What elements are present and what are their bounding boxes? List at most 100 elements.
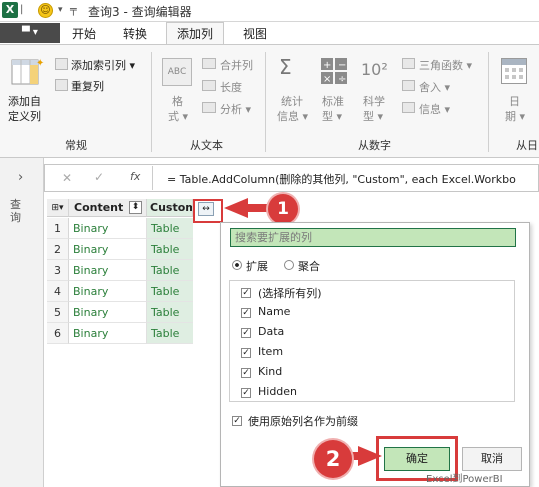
separator-icon: | xyxy=(20,4,24,15)
add-custom-column-label-2[interactable]: 定义列 xyxy=(8,108,41,124)
format-abc-icon: ABC xyxy=(162,58,192,86)
length-button[interactable]: 长度 xyxy=(220,79,242,95)
expand-radio[interactable] xyxy=(232,260,242,270)
column-label-kind[interactable]: Kind xyxy=(258,365,282,378)
column-checkbox-item[interactable]: ✓ xyxy=(241,348,251,358)
content-column-type-icon[interactable]: ⬍ xyxy=(129,201,142,214)
table-cell-custom[interactable]: Table xyxy=(147,260,193,281)
fx-icon[interactable]: fx xyxy=(130,170,140,183)
column-header-custom[interactable]: Custom xyxy=(147,199,193,217)
search-columns-input[interactable]: 搜索要扩展的列 xyxy=(230,228,516,247)
select-all-checkbox[interactable]: ✓ xyxy=(241,288,251,298)
table-cell-custom[interactable]: Table xyxy=(147,302,193,323)
format-button-line2[interactable]: 式 ▾ xyxy=(168,108,188,124)
row-number[interactable]: 1 xyxy=(47,218,69,239)
merge-columns-icon xyxy=(202,58,216,69)
add-custom-column-label-1[interactable]: 添加自 xyxy=(8,93,41,109)
length-icon xyxy=(202,80,216,91)
group-label-from-number: 从数字 xyxy=(358,139,391,152)
add-custom-column-icon: ✦ xyxy=(10,56,44,86)
file-menu-tab[interactable]: ▀ ▾ xyxy=(0,23,60,43)
table-corner-menu-icon[interactable]: ⊞▾ xyxy=(47,199,69,217)
date-button-line2[interactable]: 期 ▾ xyxy=(505,108,525,124)
table-cell-content[interactable]: Binary xyxy=(69,302,147,323)
callout-badge-1: 1 xyxy=(268,194,298,224)
cancel-button[interactable]: 取消 xyxy=(462,447,522,471)
ok-button[interactable]: 确定 xyxy=(384,447,450,471)
expand-column-icon[interactable]: ↔ xyxy=(198,202,214,216)
formula-divider xyxy=(152,166,153,190)
statistics-sigma-icon: Σ xyxy=(279,55,292,79)
standard-button-line1[interactable]: 标准 xyxy=(322,93,344,109)
table-cell-content[interactable]: Binary xyxy=(69,260,147,281)
table-cell-custom[interactable]: Table xyxy=(147,218,193,239)
row-number[interactable]: 4 xyxy=(47,281,69,302)
row-number[interactable]: 3 xyxy=(47,260,69,281)
tab-view[interactable]: 视图 xyxy=(243,25,267,42)
statistics-button-line2[interactable]: 信息 ▾ xyxy=(277,108,308,124)
trig-functions-button[interactable]: 三角函数 ▾ xyxy=(419,57,472,73)
group-label-from-date: 从日 xyxy=(516,139,538,152)
row-number[interactable]: 6 xyxy=(47,323,69,344)
table-cell-custom[interactable]: Table xyxy=(147,239,193,260)
table-cell-content[interactable]: Binary xyxy=(69,323,147,344)
trig-icon xyxy=(402,58,415,69)
column-checkbox-kind[interactable]: ✓ xyxy=(241,368,251,378)
excel-app-icon[interactable]: X xyxy=(2,2,18,18)
tab-home[interactable]: 开始 xyxy=(72,25,96,42)
table-cell-content[interactable]: Binary xyxy=(69,281,147,302)
group-label-from-text: 从文本 xyxy=(190,139,223,152)
date-calendar-icon xyxy=(501,58,527,84)
duplicate-column-button[interactable]: 重复列 xyxy=(71,78,104,94)
expand-radio-label[interactable]: 扩展 xyxy=(246,258,268,274)
row-number[interactable]: 2 xyxy=(47,239,69,260)
statistics-button-line1[interactable]: 统计 xyxy=(281,93,303,109)
scientific-button-line1[interactable]: 科学 xyxy=(363,93,385,109)
group-divider xyxy=(265,52,266,152)
aggregate-radio[interactable] xyxy=(284,260,294,270)
column-checkbox-name[interactable]: ✓ xyxy=(241,308,251,318)
group-label-general: 常规 xyxy=(65,139,87,152)
svg-text:✦: ✦ xyxy=(36,58,44,69)
table-cell-custom[interactable]: Table xyxy=(147,323,193,344)
column-label-data[interactable]: Data xyxy=(258,325,284,338)
add-index-column-button[interactable]: 添加索引列 ▾ xyxy=(71,57,135,73)
date-button-line1[interactable]: 日 xyxy=(509,93,520,109)
customize-quick-access-icon[interactable]: ╤ xyxy=(70,3,77,16)
smiley-feedback-icon[interactable]: ☺ xyxy=(38,3,53,18)
use-prefix-label[interactable]: 使用原始列名作为前缀 xyxy=(248,413,358,429)
analyze-icon xyxy=(202,102,216,113)
watermark: Excel到PowerBI xyxy=(426,474,503,485)
row-number[interactable]: 5 xyxy=(47,302,69,323)
quick-access-dropdown-icon[interactable]: ▾ xyxy=(58,5,63,15)
select-all-label[interactable]: (选择所有列) xyxy=(258,285,322,301)
table-cell-custom[interactable]: Table xyxy=(147,281,193,302)
column-label-hidden[interactable]: Hidden xyxy=(258,385,297,398)
confirm-formula-icon[interactable]: ✓ xyxy=(94,170,104,184)
merge-columns-button[interactable]: 合并列 xyxy=(220,57,253,73)
tab-add-column[interactable]: 添加列 xyxy=(177,25,213,42)
column-label-item[interactable]: Item xyxy=(258,345,283,358)
use-prefix-checkbox[interactable]: ✓ xyxy=(232,416,242,426)
cancel-formula-icon[interactable]: ✕ xyxy=(62,171,72,185)
svg-text:+: + xyxy=(323,60,331,71)
group-divider xyxy=(488,52,489,152)
rounding-icon xyxy=(402,80,415,91)
information-button[interactable]: 信息 ▾ xyxy=(419,101,450,117)
callout-badge-2: 2 xyxy=(314,440,352,478)
tab-transform[interactable]: 转换 xyxy=(123,25,147,42)
svg-text:÷: ÷ xyxy=(338,74,346,85)
scientific-button-line2[interactable]: 型 ▾ xyxy=(363,108,383,124)
table-cell-content[interactable]: Binary xyxy=(69,218,147,239)
column-label-name[interactable]: Name xyxy=(258,305,290,318)
table-cell-content[interactable]: Binary xyxy=(69,239,147,260)
formula-input[interactable]: = Table.AddColumn(删除的其他列, "Custom", each… xyxy=(167,171,539,187)
analyze-button[interactable]: 分析 ▾ xyxy=(220,101,251,117)
expand-queries-pane-icon[interactable]: › xyxy=(18,170,23,185)
rounding-button[interactable]: 舍入 ▾ xyxy=(419,79,450,95)
column-checkbox-hidden[interactable]: ✓ xyxy=(241,388,251,398)
aggregate-radio-label[interactable]: 聚合 xyxy=(298,258,320,274)
column-checkbox-data[interactable]: ✓ xyxy=(241,328,251,338)
standard-button-line2[interactable]: 型 ▾ xyxy=(322,108,342,124)
format-button-line1[interactable]: 格 xyxy=(172,93,183,109)
